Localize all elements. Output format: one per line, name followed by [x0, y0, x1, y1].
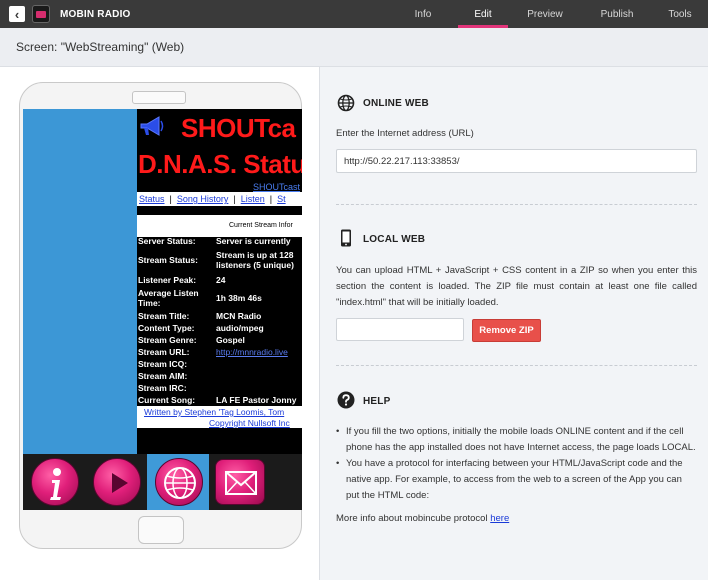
web-nav-bar: Status | Song History | Listen | St [137, 192, 302, 206]
stat-label: Current Song: [138, 395, 196, 405]
tab-tools[interactable]: Tools [652, 0, 708, 28]
phone-speaker [132, 91, 186, 104]
stat-label: Content Type: [138, 323, 195, 333]
local-web-title: LOCAL WEB [363, 234, 426, 245]
bottom-icon-bar [23, 454, 302, 510]
top-bar: ‹ MOBIN RADIO Info Edit Preview Publish … [0, 0, 708, 28]
section-divider [336, 204, 697, 205]
mail-icon [215, 459, 265, 505]
local-web-description: You can upload HTML + JavaScript + CSS c… [336, 265, 697, 308]
globe-icon [155, 458, 203, 506]
stat-label: Stream URL: [138, 347, 190, 357]
tab-edit[interactable]: Edit [458, 0, 508, 28]
url-field-label: Enter the Internet address (URL) [336, 128, 474, 139]
app-icon [32, 5, 50, 23]
smartphone-icon [341, 229, 351, 247]
stream-url-link[interactable]: http://mnnradio.live [216, 347, 288, 357]
main-tabs: Info Edit Preview Publish Tools [388, 0, 708, 28]
stat-value-line2: listeners (5 unique) [216, 260, 294, 270]
zip-file-field[interactable] [336, 318, 464, 341]
stat-label: Stream AIM: [138, 371, 188, 381]
preview-pane: SHOUTca D.N.A.S. Statu SHOUTcast Status |… [0, 67, 320, 580]
mail-button[interactable] [209, 454, 271, 510]
more-info-text: More info about mobincube protocol here [336, 511, 697, 527]
stat-value: Gospel [216, 335, 245, 345]
section-divider [336, 365, 697, 366]
shoutcast-link[interactable]: SHOUTcast [253, 182, 300, 192]
settings-pane: ONLINE WEB Enter the Internet address (U… [320, 67, 708, 580]
play-button[interactable] [85, 454, 147, 510]
remove-zip-button[interactable]: Remove ZIP [472, 319, 541, 342]
copyright-link[interactable]: Copyright Nullsoft Inc [209, 418, 290, 428]
help-list: If you fill the two options, initially t… [336, 424, 697, 504]
phone-home-button [138, 516, 184, 544]
back-chevron-icon[interactable]: ‹ [9, 6, 25, 22]
stat-label: Average Listen [138, 288, 199, 298]
credits-link[interactable]: Written by Stephen 'Tag Loomis, Tom [144, 407, 284, 417]
stat-label: Stream Genre: [138, 335, 197, 345]
tab-info[interactable]: Info [388, 0, 458, 28]
help-title: HELP [363, 396, 391, 407]
info-button[interactable] [23, 454, 85, 510]
dnas-status-title: D.N.A.S. Statu [138, 149, 302, 179]
stat-value: Server is currently [216, 236, 291, 246]
url-input[interactable] [336, 149, 697, 173]
screen-background [23, 109, 137, 454]
nav-status-link[interactable]: Status [139, 194, 165, 204]
nav-song-history-link[interactable]: Song History [177, 194, 229, 204]
stat-label: Stream IRC: [138, 383, 187, 393]
tab-publish[interactable]: Publish [582, 0, 652, 28]
stat-label: Stream Status: [138, 255, 198, 265]
stat-value: 24 [216, 275, 226, 285]
stat-value: 1h 38m 46s [216, 293, 262, 303]
stat-label-line2: Time: [138, 298, 161, 308]
stat-value: MCN Radio [216, 311, 262, 321]
globe-icon [337, 94, 355, 112]
nav-listen-link[interactable]: Listen [241, 194, 265, 204]
stat-value: LA FE Pastor Jonny [216, 395, 297, 405]
help-item: You have a protocol for interfacing betw… [336, 456, 697, 504]
stat-value: Stream is up at 128 [216, 250, 294, 260]
more-info-label: More info about mobincube protocol [336, 513, 491, 524]
stat-label: Listener Peak: [138, 275, 197, 285]
tab-preview[interactable]: Preview [508, 0, 582, 28]
phone-screen: SHOUTca D.N.A.S. Statu SHOUTcast Status |… [23, 109, 302, 510]
stat-label: Stream ICQ: [138, 359, 188, 369]
phone-mockup: SHOUTca D.N.A.S. Statu SHOUTcast Status |… [19, 82, 302, 549]
info-icon [31, 458, 79, 506]
help-item: If you fill the two options, initially t… [336, 424, 697, 456]
online-web-title: ONLINE WEB [363, 98, 429, 109]
stat-label: Server Status: [138, 236, 196, 246]
nav-stats-link[interactable]: St [277, 194, 286, 204]
megaphone-icon [140, 116, 164, 136]
stream-info-title: Current Stream Infor [229, 222, 293, 229]
stat-label: Stream Title: [138, 311, 190, 321]
help-icon [337, 391, 355, 409]
web-button[interactable] [147, 454, 209, 510]
stat-value: audio/mpeg [216, 323, 264, 333]
play-icon [93, 458, 141, 506]
more-info-link[interactable]: here [490, 513, 509, 524]
web-content[interactable]: SHOUTca D.N.A.S. Statu SHOUTcast Status |… [137, 109, 302, 454]
app-name: MOBIN RADIO [60, 8, 131, 20]
screen-title: Screen: "WebStreaming" (Web) [0, 28, 708, 67]
shoutcast-title: SHOUTca [181, 113, 296, 143]
